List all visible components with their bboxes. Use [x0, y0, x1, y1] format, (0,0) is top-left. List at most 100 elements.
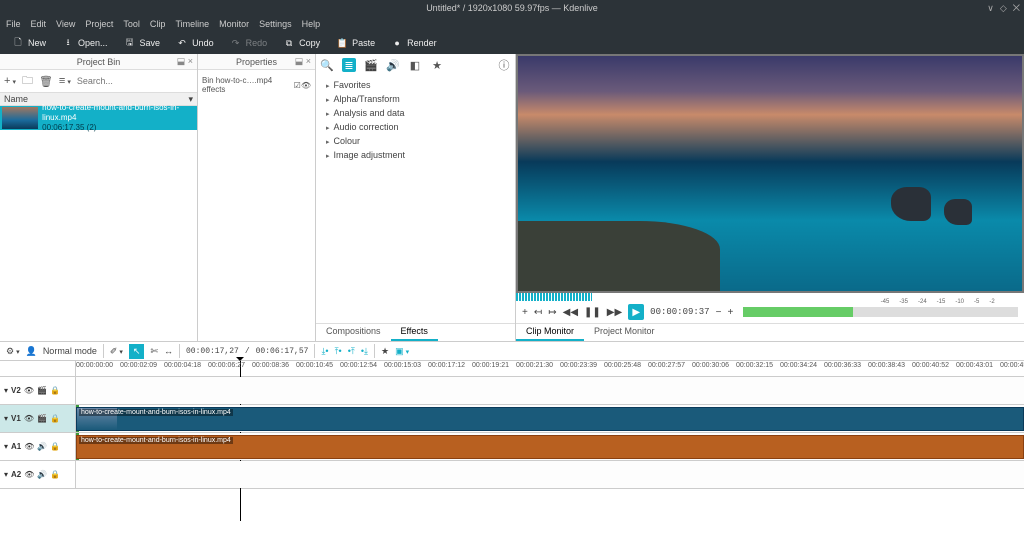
menu-settings[interactable]: Settings	[259, 19, 292, 29]
forward-icon[interactable]: ▶▶	[607, 307, 622, 318]
menu-tool[interactable]: Tool	[123, 19, 140, 29]
monitor-canvas[interactable]	[516, 54, 1024, 293]
track-head-v1[interactable]: ▾ V1 👁🎬🔒	[0, 405, 76, 432]
record-icon: ●	[391, 37, 403, 49]
monitor-timecode[interactable]: 00:00:09:37	[650, 307, 709, 317]
tab-clip-monitor[interactable]: Clip Monitor	[516, 324, 584, 341]
mute-icon[interactable]: 👁	[24, 386, 34, 395]
timeline-settings-icon[interactable]: ⚙	[6, 346, 20, 357]
audio-icon[interactable]: 🔊	[37, 442, 47, 451]
bin-item[interactable]: how-to-create-mount-and-burn-isos-in-lin…	[0, 106, 197, 130]
track-lane-a1[interactable]: how-to-create-mount-and-burn-isos-in-lin…	[76, 433, 1024, 460]
save-button[interactable]: 🖫Save	[118, 35, 167, 51]
zone-in-icon[interactable]: +	[522, 307, 528, 318]
lift-icon[interactable]: •⤓	[361, 346, 368, 357]
bin-view-icon[interactable]: ≡	[59, 75, 71, 87]
track-head-v2[interactable]: ▾ V2 👁🎬🔒	[0, 377, 76, 404]
menu-timeline[interactable]: Timeline	[175, 19, 209, 29]
video-effects-icon[interactable]: 🎬	[364, 58, 378, 72]
razor-tool-icon[interactable]: ✄	[150, 346, 158, 357]
selection-tool-icon[interactable]: ↖	[129, 344, 145, 359]
audio-clip[interactable]: how-to-create-mount-and-burn-isos-in-lin…	[76, 435, 1024, 459]
tab-effects[interactable]: Effects	[391, 324, 438, 341]
lock-icon[interactable]: 🔒	[50, 470, 60, 479]
menu-view[interactable]: View	[56, 19, 75, 29]
monitor-tabs: Clip Monitor Project Monitor	[516, 323, 1024, 341]
insert-icon[interactable]: ⤒•	[335, 346, 342, 357]
effect-category[interactable]: Colour	[316, 134, 515, 148]
copy-button[interactable]: ⧉Copy	[277, 35, 326, 51]
checkbox-icon[interactable]: ☑	[294, 81, 301, 90]
track-lane-v1[interactable]: how-to-create-mount-and-burn-isos-in-lin…	[76, 405, 1024, 432]
zoom-in-icon[interactable]: +	[727, 307, 733, 318]
menu-project[interactable]: Project	[85, 19, 113, 29]
track-head-a2[interactable]: ▾ A2 👁🔊🔒	[0, 461, 76, 488]
timeline-position[interactable]: 00:00:17,27	[186, 347, 239, 356]
extract-icon[interactable]: •⤒	[348, 346, 355, 357]
audio-icon[interactable]: 🔊	[37, 470, 47, 479]
rewind-icon[interactable]: ◀◀	[563, 307, 578, 318]
mute-icon[interactable]: 👁	[24, 470, 34, 479]
panel-undock-icon[interactable]: ⬓ ×	[177, 56, 193, 67]
lock-icon[interactable]: 🔒	[50, 414, 60, 423]
redo-button[interactable]: ↷Redo	[224, 35, 274, 51]
go-start-icon[interactable]: ↤	[534, 307, 542, 318]
add-clip-button[interactable]: +	[4, 75, 16, 87]
track-lane-a2[interactable]	[76, 461, 1024, 488]
video-icon[interactable]: 🎬	[37, 386, 47, 395]
undo-button[interactable]: ↶Undo	[170, 35, 220, 51]
menu-edit[interactable]: Edit	[31, 19, 47, 29]
zoom-out-icon[interactable]: −	[716, 307, 722, 318]
list-view-icon[interactable]: ≣	[342, 58, 356, 72]
open-button[interactable]: ⭳Open...	[56, 35, 114, 51]
pause-icon[interactable]: ❚❚	[584, 307, 601, 318]
audio-effects-icon[interactable]: 🔊	[386, 58, 400, 72]
video-icon[interactable]: 🎬	[37, 414, 47, 423]
menu-help[interactable]: Help	[302, 19, 321, 29]
menu-file[interactable]: File	[6, 19, 21, 29]
lock-icon[interactable]: 🔒	[50, 386, 60, 395]
effect-category[interactable]: Image adjustment	[316, 148, 515, 162]
new-folder-icon[interactable]: 🗀	[22, 72, 33, 91]
video-clip[interactable]: how-to-create-mount-and-burn-isos-in-lin…	[76, 407, 1024, 431]
effect-category[interactable]: Audio correction	[316, 120, 515, 134]
go-end-icon[interactable]: ↦	[548, 307, 556, 318]
tab-compositions[interactable]: Compositions	[316, 324, 391, 341]
properties-tab[interactable]: Properties⬓ ×	[198, 54, 315, 70]
custom-effects-icon[interactable]: ◧	[408, 58, 422, 72]
menu-clip[interactable]: Clip	[150, 19, 166, 29]
play-button[interactable]: ▶	[628, 304, 644, 320]
tab-project-monitor[interactable]: Project Monitor	[584, 324, 665, 341]
project-bin-tab[interactable]: Project Bin⬓ ×	[0, 54, 197, 70]
spacer-tool-icon[interactable]: ↔	[164, 346, 173, 356]
close-icon[interactable]: ⨉	[1013, 3, 1020, 14]
paste-button[interactable]: 📋Paste	[330, 35, 381, 51]
new-button[interactable]: 🗋New	[6, 35, 52, 51]
mute-icon[interactable]: 👁	[24, 414, 34, 423]
visibility-icon[interactable]: 👁	[301, 81, 311, 90]
preview-render-icon[interactable]: ▣	[395, 346, 409, 357]
mute-icon[interactable]: 👁	[24, 442, 34, 451]
minimize-icon[interactable]: ∨	[987, 3, 994, 14]
render-button[interactable]: ●Render	[385, 35, 443, 51]
maximize-icon[interactable]: ◇	[1000, 3, 1007, 14]
favorites-icon[interactable]: ★	[430, 58, 444, 72]
effect-category[interactable]: Favorites	[316, 78, 515, 92]
search-icon[interactable]: 🔍	[320, 58, 334, 72]
menu-monitor[interactable]: Monitor	[219, 19, 249, 29]
track-lane-v2[interactable]	[76, 377, 1024, 404]
edit-mode-label[interactable]: Normal mode	[43, 346, 97, 356]
tool-dropdown-icon[interactable]: ✐	[110, 346, 123, 357]
track-compositing-icon[interactable]: 👤	[26, 346, 37, 357]
delete-clip-icon[interactable]: 🗑	[39, 75, 53, 88]
track-head-a1[interactable]: ▾ A1 👁🔊🔒	[0, 433, 76, 460]
info-icon[interactable]: ⓘ	[497, 58, 511, 72]
effect-category[interactable]: Analysis and data	[316, 106, 515, 120]
effect-category[interactable]: Alpha/Transform	[316, 92, 515, 106]
overwrite-icon[interactable]: ⤓•	[321, 346, 328, 357]
lock-icon[interactable]: 🔒	[50, 442, 60, 451]
timeline-ruler[interactable]: 00:00:00:0000:00:02:0900:00:04:1800:00:0…	[0, 361, 1024, 377]
favorite-effects-icon[interactable]: ★	[381, 346, 389, 357]
bin-search-input[interactable]	[77, 76, 194, 86]
panel-undock-icon[interactable]: ⬓ ×	[295, 56, 311, 67]
